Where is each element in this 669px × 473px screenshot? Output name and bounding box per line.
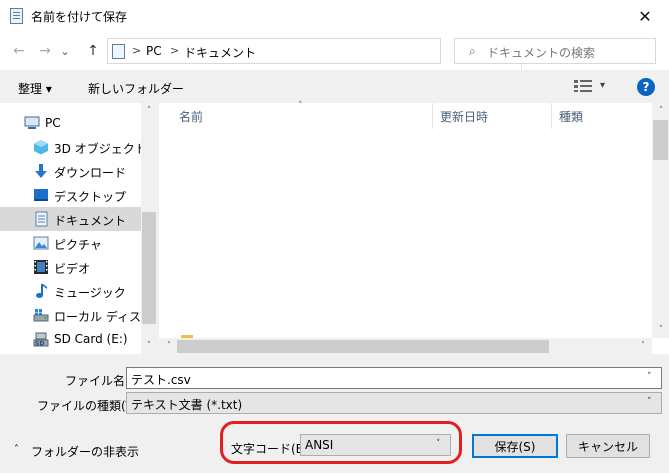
command-bar: 整理 ▾ 新しいフォルダー ▾ ? [0,70,669,103]
chevron-down-icon[interactable]: ▾ [600,80,605,91]
document-icon [35,211,48,227]
tree-item-label: ドキュメント [54,214,127,228]
tree-item-videos[interactable]: ビデオ [0,255,141,279]
column-header-modified[interactable]: 更新日時 [440,108,488,125]
tree-item-label: 3D オブジェクト [54,142,147,156]
tree-item-label: PC [45,116,61,130]
local-disk-icon [33,309,49,322]
scroll-up-arrow-icon[interactable]: ˄ [653,103,669,119]
title-bar: 名前を付けて保存 ✕ [0,0,669,32]
recent-locations-button[interactable]: ⌄ [58,41,72,61]
filetype-value: テキスト文書 (*.txt) [131,398,243,412]
tree-item-downloads[interactable]: ダウンロード [0,159,141,183]
document-icon [112,44,125,59]
hide-folders-button[interactable]: フォルダーの非表示 [31,443,139,460]
tree-item-documents[interactable]: ドキュメント [0,207,141,231]
tree-item-label: ミュージック [54,286,126,300]
tree-item-pictures[interactable]: ピクチャ [0,231,141,255]
new-folder-button[interactable]: 新しいフォルダー [88,80,184,97]
tree-item-music[interactable]: ミュージック [0,279,141,303]
search-input[interactable]: ドキュメントの検索 [487,44,595,61]
scroll-down-arrow-icon[interactable]: ˅ [141,338,157,354]
window-title: 名前を付けて保存 [31,10,128,24]
chevron-up-icon[interactable]: ˄ [14,444,19,455]
highlight-annotation [220,421,462,464]
tree-item-label: ダウンロード [54,166,127,180]
music-icon [36,284,47,298]
sort-ascending-icon: ˄ [298,101,303,111]
scrollbar-thumb[interactable] [653,120,668,160]
navigation-bar: ← → ⌄ ↑ > PC > ドキュメント ▼ ↻ ⌕ ドキュメントの検索 [0,32,669,70]
back-button[interactable]: ← [9,41,29,61]
address-bar[interactable]: > PC > ドキュメント ▼ ↻ [107,38,540,70]
notepad-icon [10,8,23,24]
pictures-icon [33,236,49,250]
close-button[interactable]: ✕ [621,0,669,32]
desktop-icon [34,189,48,201]
search-icon: ⌕ [469,44,476,58]
scroll-right-arrow-icon[interactable]: ˃ [635,338,651,354]
tree-item-label: ピクチャ [54,238,102,252]
chevron-down-icon[interactable]: ˅ [647,372,652,382]
file-list[interactable]: ˄ 名前 更新日時 種類 ˄ ˅ ˂ ˃ [159,101,669,354]
scroll-left-arrow-icon[interactable]: ˂ [161,338,177,354]
breadcrumb-separator: > [170,44,180,57]
tree-item-local-disk[interactable]: ローカル ディスク (C [0,303,157,327]
tree-item-label: SD Card (E:) [54,332,128,346]
filename-input[interactable]: テスト.csv [131,371,191,388]
cancel-button[interactable]: キャンセル [566,434,650,458]
view-options-icon[interactable] [574,80,592,92]
breadcrumb-documents[interactable]: ドキュメント [184,44,256,61]
scrollbar-thumb[interactable] [142,212,156,324]
help-icon[interactable]: ? [637,78,655,96]
folder-icon [181,335,193,338]
chevron-down-icon[interactable]: ˅ [647,397,652,407]
search-box[interactable]: ⌕ ドキュメントの検索 [454,38,656,64]
3d-objects-icon [34,140,48,155]
filename-field[interactable]: テスト.csv ˅ [126,367,662,389]
sd-card-icon: SD [33,332,49,348]
tree-item-sd-card[interactable]: SD SD Card (E:) [0,327,141,351]
computer-icon [24,116,40,129]
up-button[interactable]: ↑ [83,41,103,61]
tree-item-label: ビデオ [54,262,91,276]
column-divider[interactable] [551,103,552,129]
navigation-pane[interactable]: PC 3D オブジェクト ダウンロード デスクトップ ドキュメント ピクチャ ビ… [0,103,157,354]
scroll-down-arrow-icon[interactable]: ˅ [653,322,669,338]
column-divider[interactable] [432,103,433,129]
download-icon [35,164,47,178]
forward-button[interactable]: → [35,41,55,61]
tree-item-3d-objects[interactable]: 3D オブジェクト [0,135,147,159]
organize-button[interactable]: 整理 ▾ [18,80,52,97]
tree-item-pc[interactable]: PC [0,111,141,135]
filetype-select[interactable]: テキスト文書 (*.txt) ˅ [126,392,662,414]
breadcrumb-pc[interactable]: PC [146,44,162,58]
tree-item-label: デスクトップ [54,190,127,204]
breadcrumb-separator: > [132,44,142,57]
column-header-type[interactable]: 種類 [559,108,583,125]
video-icon [34,260,48,274]
tree-item-desktop[interactable]: デスクトップ [0,183,141,207]
column-header-name[interactable]: 名前 [179,108,203,125]
scroll-up-arrow-icon[interactable]: ˄ [141,103,157,119]
scrollbar-thumb[interactable] [177,340,549,353]
svg-text:SD: SD [35,341,44,348]
save-button[interactable]: 保存(S) [472,434,558,458]
